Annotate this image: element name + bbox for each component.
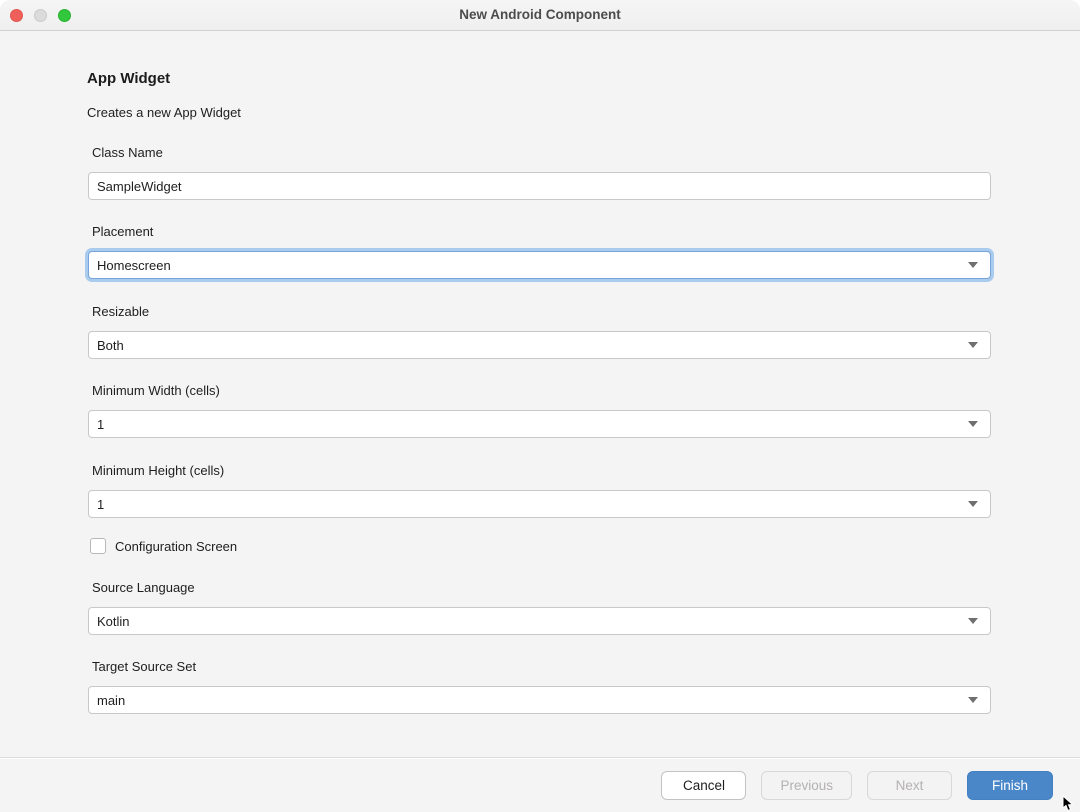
min-width-dropdown[interactable]: 1 [88, 410, 991, 438]
chevron-down-icon [968, 697, 978, 703]
min-height-dropdown[interactable]: 1 [88, 490, 991, 518]
min-width-label: Minimum Width (cells) [92, 383, 220, 398]
configuration-screen-label: Configuration Screen [115, 539, 237, 554]
target-source-set-label: Target Source Set [92, 659, 196, 674]
resizable-dropdown[interactable]: Both [88, 331, 991, 359]
dialog-buttons: Cancel Previous Next Finish [661, 771, 1053, 800]
min-height-label: Minimum Height (cells) [92, 463, 224, 478]
chevron-down-icon [968, 421, 978, 427]
titlebar: New Android Component [0, 0, 1080, 31]
source-language-label: Source Language [92, 580, 195, 595]
footer-divider [0, 757, 1080, 759]
zoom-button[interactable] [58, 9, 71, 22]
chevron-down-icon [968, 262, 978, 268]
previous-button[interactable]: Previous [761, 771, 852, 800]
placement-label: Placement [92, 224, 153, 239]
source-language-value: Kotlin [89, 614, 968, 629]
class-name-label: Class Name [92, 145, 163, 160]
min-height-value: 1 [89, 497, 968, 512]
chevron-down-icon [968, 501, 978, 507]
cancel-button[interactable]: Cancel [661, 771, 746, 800]
next-button[interactable]: Next [867, 771, 952, 800]
min-width-value: 1 [89, 417, 968, 432]
new-android-component-dialog: New Android Component App Widget Creates… [0, 0, 1080, 812]
placement-dropdown[interactable]: Homescreen [88, 251, 991, 279]
configuration-screen-checkbox[interactable] [90, 538, 106, 554]
source-language-dropdown[interactable]: Kotlin [88, 607, 991, 635]
window-title: New Android Component [0, 0, 1080, 30]
minimize-button[interactable] [34, 9, 47, 22]
resizable-value: Both [89, 338, 968, 353]
class-name-input[interactable] [88, 172, 991, 200]
close-button[interactable] [10, 9, 23, 22]
page-subtitle: Creates a new App Widget [87, 105, 241, 120]
chevron-down-icon [968, 618, 978, 624]
target-source-set-value: main [89, 693, 968, 708]
finish-button[interactable]: Finish [967, 771, 1053, 800]
placement-value: Homescreen [89, 258, 968, 273]
configuration-screen-checkbox-row[interactable]: Configuration Screen [90, 538, 237, 554]
target-source-set-dropdown[interactable]: main [88, 686, 991, 714]
resizable-label: Resizable [92, 304, 149, 319]
window-controls [10, 9, 71, 22]
chevron-down-icon [968, 342, 978, 348]
page-title: App Widget [87, 70, 170, 87]
mouse-cursor [1062, 795, 1076, 812]
